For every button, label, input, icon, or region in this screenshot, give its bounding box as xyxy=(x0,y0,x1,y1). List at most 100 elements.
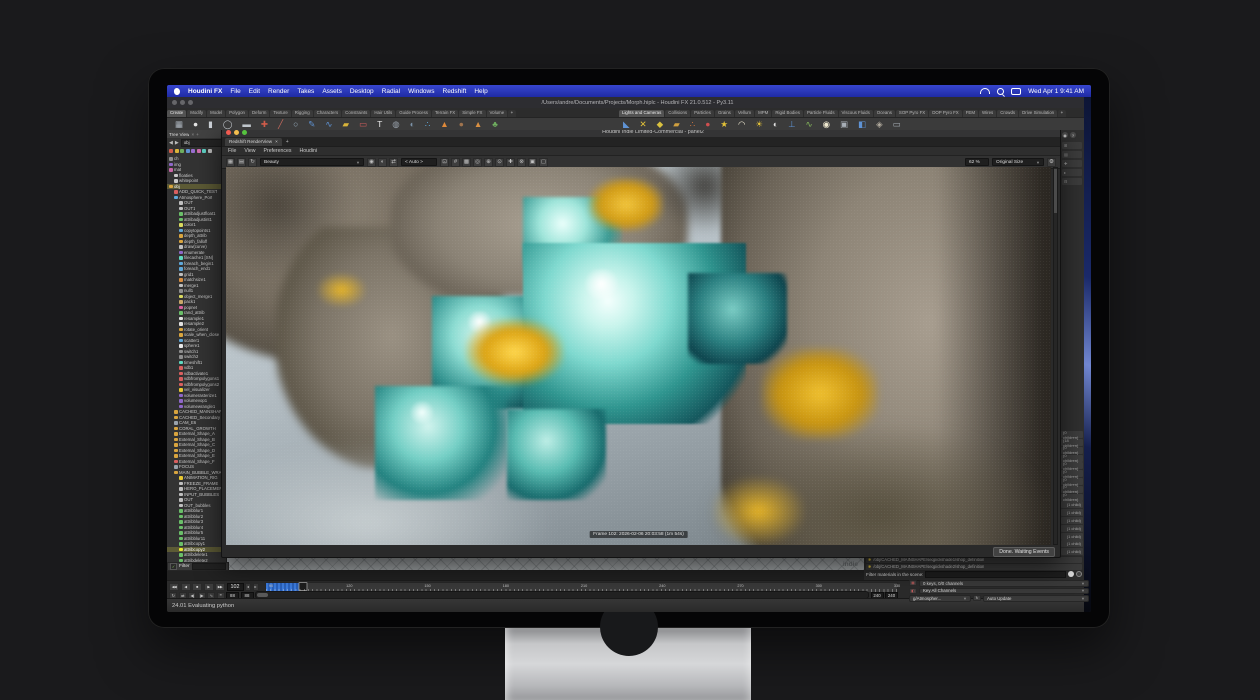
filter-checkbox[interactable]: ✓ xyxy=(170,563,177,570)
auto-select[interactable]: < Auto > xyxy=(401,158,437,166)
menu-edit[interactable]: Edit xyxy=(249,88,260,95)
shelf-tab-model[interactable]: Model xyxy=(207,110,225,117)
menu-takes[interactable]: Takes xyxy=(297,88,314,95)
wifi-icon[interactable] xyxy=(980,88,990,94)
shelf-tab-rigid-bodies[interactable]: Rigid Bodies xyxy=(772,110,803,117)
curve-icon[interactable]: ∿ xyxy=(325,120,332,129)
shelf-tab-grains[interactable]: Grains xyxy=(715,110,734,117)
render-pass-select[interactable]: Beauty ▼ xyxy=(260,158,364,166)
key-all-button[interactable]: Key All Channels ▼ xyxy=(919,588,1089,595)
right-rail-stub-0[interactable]: ⊞ xyxy=(1062,142,1082,149)
tree-filter-icon-0[interactable] xyxy=(169,149,173,153)
shelf-tab-hair-utils[interactable]: Hair Utils xyxy=(371,110,395,117)
viewer-path-dropdown[interactable]: g/Atmospher... ▼ xyxy=(909,595,971,602)
close-tab-icon[interactable]: × xyxy=(191,132,194,137)
zoom-window-icon[interactable] xyxy=(188,100,193,105)
snap-b-icon[interactable]: ▢ xyxy=(539,158,548,167)
zoom-out-icon[interactable]: ⊗ xyxy=(517,158,526,167)
dome-light-icon[interactable]: ◠ xyxy=(738,120,745,129)
shelf-tab-create[interactable]: Create xyxy=(167,110,186,117)
add-icon[interactable]: ⊕ xyxy=(484,158,493,167)
zoom-level-field[interactable]: 62 % xyxy=(965,158,989,166)
shelf-tab-volume[interactable]: Volume xyxy=(487,110,508,117)
draw-icon[interactable]: ▰ xyxy=(343,120,350,129)
grid-icon[interactable]: # xyxy=(451,158,460,167)
line-icon[interactable]: ╱ xyxy=(278,120,283,129)
text-icon[interactable]: T xyxy=(377,120,382,129)
tree-filter-icon-3[interactable] xyxy=(186,149,190,153)
close-window-icon[interactable] xyxy=(172,100,177,105)
tree-filter-icon-5[interactable] xyxy=(197,149,201,153)
particles-icon[interactable]: ∴ xyxy=(425,120,430,129)
jump-start-button[interactable]: ◀◀ xyxy=(169,583,179,591)
sphere-preview-icon[interactable] xyxy=(1076,571,1082,577)
shelf-tab-viscous-fluids[interactable]: Viscous Fluids xyxy=(839,110,873,117)
wrench-icon[interactable]: ◣ xyxy=(623,120,630,129)
jump-end-button[interactable]: ▶▶ xyxy=(215,583,225,591)
axis-icon[interactable]: ✚ xyxy=(261,120,268,129)
shelf-tab-guide-process[interactable]: Guide Process xyxy=(396,110,431,117)
shelf-tab-lights-and-cameras[interactable]: Lights and Cameras xyxy=(619,110,664,117)
shelf-tab-dop-pyro-fx[interactable]: DOP Pyro FX xyxy=(929,110,962,117)
scrollbar-thumb[interactable] xyxy=(1054,169,1057,213)
right-rail-stub-1[interactable]: ▤ xyxy=(1062,151,1082,158)
menu-render[interactable]: Render xyxy=(268,88,289,95)
sparks-icon[interactable]: ★ xyxy=(720,120,728,129)
shelf-tab-particle-fluids[interactable]: Particle Fluids xyxy=(804,110,838,117)
bulb-icon[interactable]: ◉ xyxy=(823,120,830,129)
add-tab-icon[interactable]: + xyxy=(196,132,199,137)
shelf-tab-wires[interactable]: Wires xyxy=(979,110,996,117)
search-icon[interactable] xyxy=(997,88,1004,95)
tree-view-tab[interactable]: Tree View × + xyxy=(167,130,226,138)
renderview-menu-view[interactable]: View xyxy=(244,148,255,154)
keys-dropdown[interactable]: 0 keys, 0/0 channels ▼ xyxy=(919,580,1089,587)
renderview-menu-houdini[interactable]: Houdini xyxy=(300,148,318,154)
torus-icon[interactable]: ◯ xyxy=(223,120,233,129)
filter-input[interactable] xyxy=(192,563,226,570)
tube-icon[interactable]: ▮ xyxy=(208,120,213,129)
spray-icon[interactable]: ∴ xyxy=(690,120,695,129)
tree-filter-icon-1[interactable] xyxy=(175,149,179,153)
menu-desktop[interactable]: Desktop xyxy=(350,88,374,95)
snap-a-icon[interactable]: ▣ xyxy=(528,158,537,167)
forward-icon[interactable]: ▶ xyxy=(175,140,179,146)
right-rail-stub-2[interactable]: ✚ xyxy=(1062,160,1082,167)
play-button[interactable]: ▶ xyxy=(204,583,214,591)
project-icon[interactable]: ✎ xyxy=(308,120,315,129)
menu-assets[interactable]: Assets xyxy=(322,88,342,95)
focus-icon[interactable]: ◎ xyxy=(473,158,482,167)
shelf-tab-collisions[interactable]: Collisions xyxy=(665,110,690,117)
shelf-tab-oceans[interactable]: Oceans xyxy=(874,110,895,117)
right-rail-stub-3[interactable]: ▸ xyxy=(1062,169,1082,176)
key-color-icon[interactable]: ▦ xyxy=(909,580,917,586)
brush-icon[interactable]: ▰ xyxy=(673,120,680,129)
crosshair-icon[interactable]: ⊙ xyxy=(495,158,504,167)
auto-update-dropdown[interactable]: Auto Update ▼ xyxy=(983,595,1089,602)
tab-redshift-renderview[interactable]: Redshift RenderView × xyxy=(225,138,282,146)
rig-a-icon[interactable]: ▣ xyxy=(840,120,848,129)
material-row[interactable]: ✱/obj/CACHED_MAINSHAPE/seqpickshade2/sho… xyxy=(866,564,1082,570)
control-center-icon[interactable] xyxy=(1011,88,1021,95)
shelf-tab-terrain-fx[interactable]: Terrain FX xyxy=(432,110,458,117)
minimize-window-icon[interactable] xyxy=(180,100,185,105)
lamp-icon[interactable]: ◍ xyxy=(392,120,399,129)
tree-filter-icon-7[interactable] xyxy=(208,149,212,153)
playhead[interactable] xyxy=(298,582,307,591)
shelf-tab-polygon[interactable]: Polygon xyxy=(226,110,248,117)
cone-icon[interactable]: ▲ xyxy=(474,120,482,129)
range-slider-handle[interactable] xyxy=(257,593,268,597)
tree-filter-icon-2[interactable] xyxy=(180,149,184,153)
close-tab-icon[interactable]: × xyxy=(275,140,278,145)
shelf-tab-deform[interactable]: Deform xyxy=(249,110,269,117)
shelf-tab-characters[interactable]: Characters xyxy=(314,110,341,117)
info-circle-icon[interactable]: ◉ xyxy=(1062,132,1068,138)
menubar-clock[interactable]: Wed Apr 1 9:41 AM xyxy=(1028,88,1084,95)
key-all-icon[interactable]: ◧ xyxy=(909,588,917,594)
shelf-tab-texture[interactable]: Texture xyxy=(270,110,290,117)
palette-icon[interactable] xyxy=(1068,571,1074,577)
hand-icon[interactable]: ◈ xyxy=(876,120,883,129)
settings-gear-icon[interactable]: ⚙ xyxy=(1047,158,1056,167)
pan-icon[interactable]: ✚ xyxy=(506,158,515,167)
checker-icon[interactable]: ▩ xyxy=(462,158,471,167)
grid-icon[interactable]: ▬ xyxy=(242,120,251,129)
